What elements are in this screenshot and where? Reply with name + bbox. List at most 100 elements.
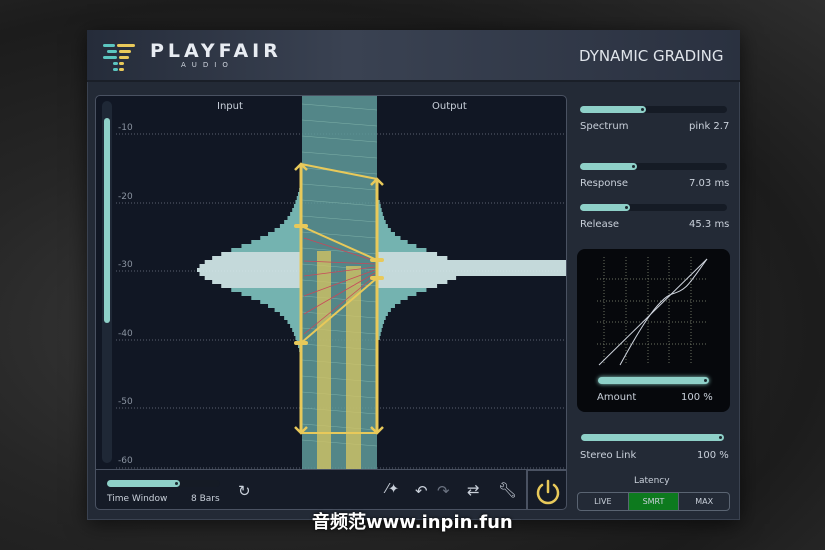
swap-icon[interactable]: ⇄ — [467, 481, 480, 499]
release-value: 45.3 ms — [689, 219, 730, 230]
spectrum-label: Spectrum — [580, 121, 629, 132]
output-histogram-bar — [377, 276, 457, 280]
spectrum-slider[interactable] — [580, 106, 727, 113]
output-histogram-bar — [377, 232, 395, 236]
output-histogram-bar — [377, 256, 448, 260]
bottom-toolbar — [95, 470, 527, 510]
refresh-icon[interactable]: ↻ — [238, 482, 251, 500]
output-histogram-bar — [377, 308, 391, 312]
input-histogram-bar — [268, 304, 302, 308]
amount-label: Amount — [597, 392, 637, 403]
grid-label: -50 — [118, 397, 133, 407]
grading-display[interactable]: Input Output -10 -20 -30 -40 -50 -60 — [95, 95, 567, 470]
histogram-canvas[interactable] — [96, 96, 567, 470]
input-histogram-bar — [204, 260, 302, 264]
output-histogram-bar — [377, 236, 401, 240]
input-histogram-bar — [199, 272, 302, 276]
input-histogram-bar — [279, 312, 302, 316]
node-handle — [370, 258, 384, 262]
output-histogram-bar — [377, 244, 417, 248]
node-handle — [370, 276, 384, 280]
input-histogram-bar — [221, 252, 302, 256]
grid-label: -20 — [118, 192, 133, 202]
input-histogram-bar — [199, 264, 302, 268]
stereo-link-label: Stereo Link — [580, 450, 637, 461]
input-histogram-bar — [274, 308, 302, 312]
output-histogram-bar — [377, 296, 408, 300]
output-histogram-bar — [377, 240, 408, 244]
input-histogram-bar — [212, 280, 302, 284]
redo-icon[interactable]: ↷ — [437, 482, 450, 500]
power-button[interactable] — [527, 470, 567, 510]
undo-icon[interactable]: ↶ — [415, 482, 428, 500]
output-histogram-bar — [377, 300, 401, 304]
input-histogram-bar — [241, 244, 302, 248]
wrench-icon[interactable]: 🔧︎ — [498, 481, 517, 499]
output-histogram-bar — [377, 248, 427, 252]
output-histogram-bar — [377, 272, 566, 276]
output-histogram-bar — [377, 288, 427, 292]
time-window-label: Time Window — [107, 494, 168, 504]
input-histogram-bar — [241, 292, 302, 296]
output-histogram-bar — [377, 280, 448, 284]
amount-slider[interactable] — [598, 377, 709, 384]
input-histogram-bar — [268, 232, 302, 236]
input-label: Input — [217, 101, 243, 112]
stereo-link-slider[interactable] — [581, 434, 724, 441]
response-label: Response — [580, 178, 629, 189]
output-histogram-bar — [377, 224, 388, 228]
stereo-link-value: 100 % — [697, 450, 729, 461]
brand-subtitle: AUDIO — [181, 61, 234, 69]
amount-value: 100 % — [681, 392, 713, 403]
power-icon — [536, 479, 560, 505]
output-histogram-bar — [377, 284, 438, 288]
transfer-curve-graph — [597, 257, 708, 366]
yellow-stripe — [317, 251, 331, 469]
output-label: Output — [432, 101, 467, 112]
input-histogram-bar — [231, 288, 302, 292]
level-scrollbar[interactable] — [102, 101, 112, 463]
brand-name: PLAYFAIR — [150, 40, 282, 62]
input-histogram-bar — [204, 276, 302, 280]
level-scrollbar-thumb[interactable] — [104, 118, 110, 323]
plugin-title: DYNAMIC GRADING — [579, 47, 724, 65]
response-slider[interactable] — [580, 163, 727, 170]
release-label: Release — [580, 219, 620, 230]
grid-label: -60 — [118, 456, 133, 466]
grid-label: -30 — [118, 260, 133, 270]
time-window-value: 8 Bars — [191, 494, 220, 504]
output-histogram-bar — [377, 260, 566, 264]
latency-live-button[interactable]: LIVE — [578, 493, 629, 510]
latency-label: Latency — [634, 476, 670, 486]
spectrum-value: pink 2.7 — [689, 121, 730, 132]
response-value: 7.03 ms — [689, 178, 730, 189]
output-histogram-bar — [377, 268, 566, 272]
input-histogram-bar — [231, 248, 302, 252]
input-histogram-bar — [212, 256, 302, 260]
output-histogram-bar — [377, 228, 391, 232]
input-histogram-bar — [284, 316, 302, 320]
output-histogram-bar — [377, 264, 566, 268]
time-window-slider[interactable] — [107, 480, 220, 487]
input-histogram-bar — [197, 268, 302, 272]
latency-max-button[interactable]: MAX — [679, 493, 729, 510]
latency-selector: LIVE SMRT MAX — [577, 492, 730, 511]
node-handle — [294, 224, 308, 228]
input-histogram-bar — [260, 300, 302, 304]
input-histogram-bar — [274, 228, 302, 232]
output-histogram-bar — [377, 252, 438, 256]
grid-label: -40 — [118, 329, 133, 339]
node-handle — [294, 341, 308, 345]
playfair-logo-icon — [103, 44, 135, 71]
input-histogram-bar — [260, 236, 302, 240]
output-histogram-bar — [377, 312, 388, 316]
input-histogram-bar — [221, 284, 302, 288]
watermark: 音频范www.inpin.fun — [312, 512, 513, 533]
transfer-curve-panel: Amount 100 % — [577, 249, 730, 412]
grid-label: -10 — [118, 123, 133, 133]
latency-smrt-button[interactable]: SMRT — [628, 493, 680, 510]
magic-wand-icon[interactable]: ⁄✦ — [386, 482, 399, 497]
input-histogram-bar — [284, 220, 302, 224]
release-slider[interactable] — [580, 204, 727, 211]
output-histogram-bar — [377, 292, 417, 296]
